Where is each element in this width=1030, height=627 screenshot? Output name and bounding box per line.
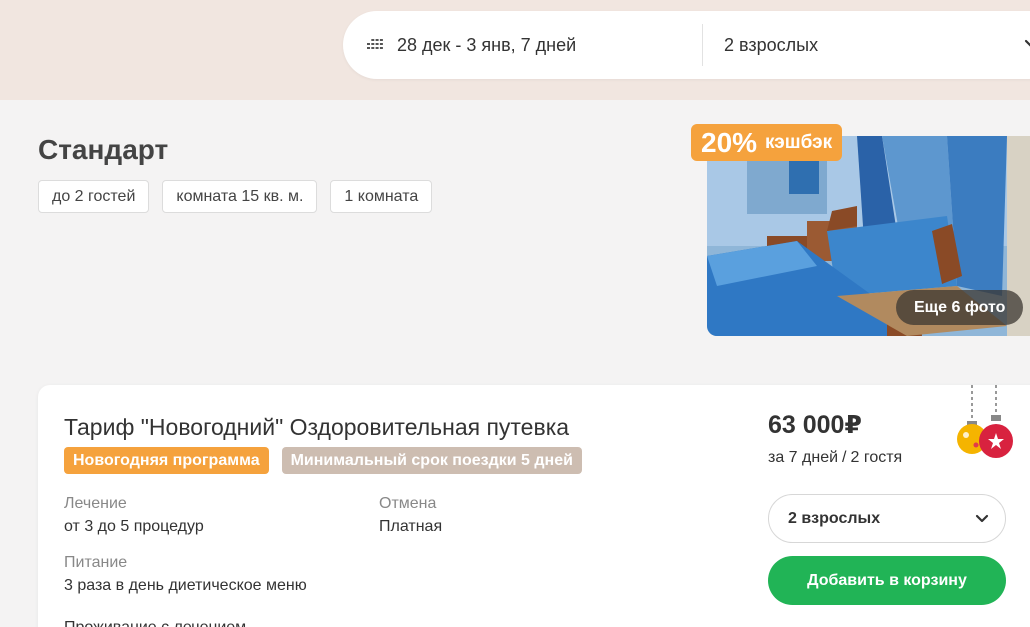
feature-chip-area: комната 15 кв. м. — [162, 180, 318, 213]
guests-selector[interactable]: 2 взрослых — [724, 11, 1030, 79]
add-to-cart-button[interactable]: Добавить в корзину — [768, 556, 1006, 605]
room-title: Стандарт — [38, 134, 169, 165]
feature-chip-guests: до 2 гостей — [38, 180, 150, 213]
cashback-label: кэшбэк — [765, 131, 833, 153]
chevron-down-icon — [1024, 39, 1030, 47]
price-amount: 63 000₽ — [768, 411, 862, 439]
badge-new-year: Новогодняя программа — [64, 447, 269, 474]
cashback-percent: 20% — [701, 126, 758, 158]
cashback-badge: 20% кэшбэк — [691, 124, 843, 161]
price-separator: / — [842, 449, 847, 466]
treatment-value: от 3 до 5 процедур — [64, 518, 204, 535]
room-features: до 2 гостей комната 15 кв. м. 1 комната — [38, 180, 433, 213]
treatment-info: Лечение от 3 до 5 процедур — [64, 495, 204, 536]
chevron-down-icon — [975, 514, 989, 523]
tariff-title: Тариф "Новогодний" Оздоровительная путев… — [64, 414, 570, 440]
cancellation-info: Отмена Платная — [379, 495, 442, 536]
tariff-card: Тариф "Новогодний" Оздоровительная путев… — [38, 385, 1030, 627]
tariff-extra-text: Проживание с лечением — [64, 619, 246, 627]
tariff-guests-value: 2 взрослых — [788, 509, 881, 527]
calendar-icon — [367, 39, 383, 49]
price-guests: 2 гостя — [850, 449, 903, 466]
tariff-guests-select[interactable]: 2 взрослых — [768, 494, 1006, 543]
meals-value: 3 раза в день диетическое меню — [64, 577, 307, 594]
cancellation-value: Платная — [379, 518, 443, 535]
price-details: за 7 дней/2 гостя — [768, 449, 902, 467]
more-photos-button[interactable]: Еще 6 фото — [896, 290, 1024, 325]
search-bar: 28 дек - 3 янв, 7 дней 2 взрослых — [343, 11, 1030, 79]
meals-info: Питание 3 раза в день диетическое меню — [64, 554, 307, 595]
cancellation-label: Отмена — [379, 495, 437, 512]
search-divider — [702, 24, 703, 66]
date-range-picker[interactable]: 28 дек - 3 янв, 7 дней — [367, 11, 576, 79]
date-range-text: 28 дек - 3 янв, 7 дней — [397, 34, 577, 55]
price-period: за 7 дней — [768, 449, 839, 466]
tariff-badges: Новогодняя программа Минимальный срок по… — [64, 447, 582, 474]
meals-label: Питание — [64, 554, 128, 571]
feature-chip-rooms: 1 комната — [330, 180, 433, 213]
badge-min-stay: Минимальный срок поездки 5 дней — [281, 447, 582, 474]
guests-text: 2 взрослых — [724, 34, 819, 55]
treatment-label: Лечение — [64, 495, 127, 512]
christmas-ornaments-icon — [957, 385, 1013, 458]
